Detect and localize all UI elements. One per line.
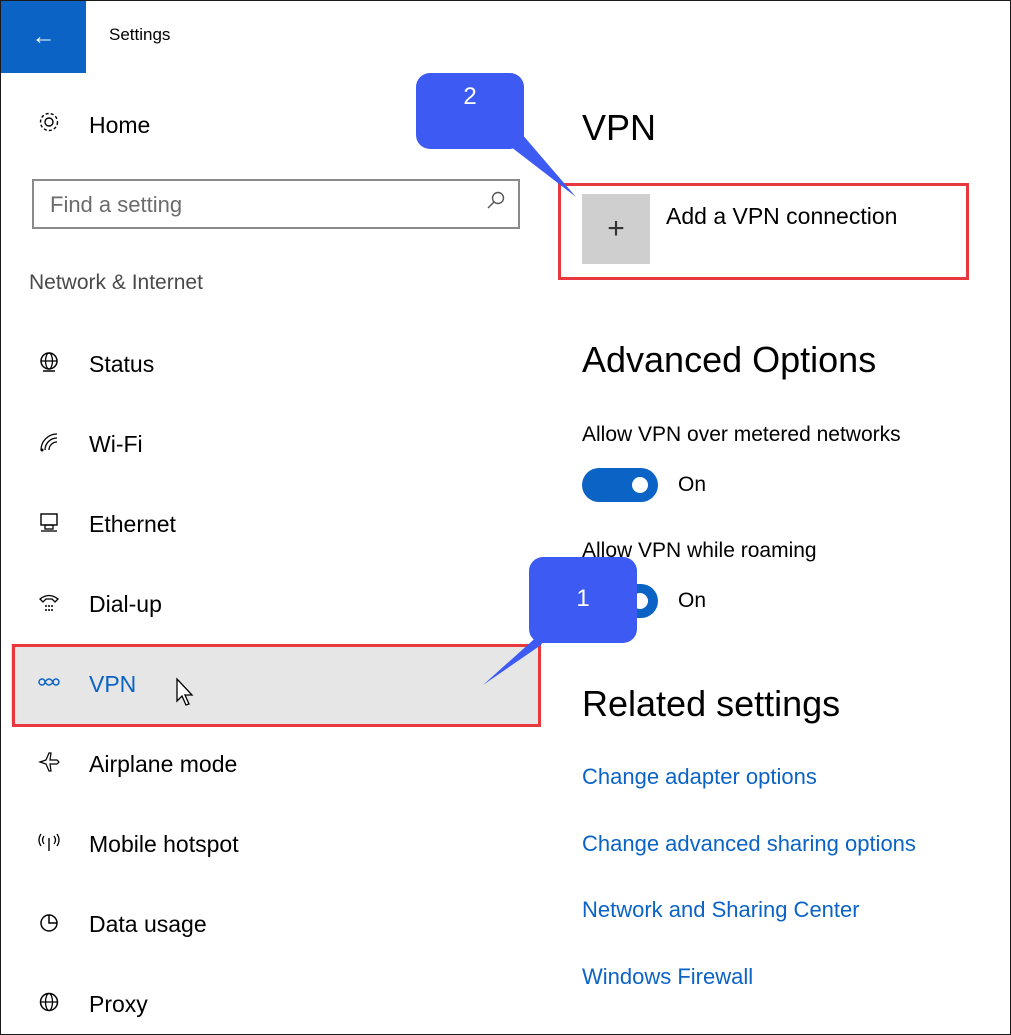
callout-1-number: 1 xyxy=(576,585,590,612)
callout-2: 2 xyxy=(416,73,524,149)
callout-1: 1 xyxy=(529,557,637,643)
callout-pointers xyxy=(483,133,576,685)
callout-2-number: 2 xyxy=(463,83,477,110)
settings-window: ← Settings Home Find a setting Network &… xyxy=(0,0,1011,1035)
